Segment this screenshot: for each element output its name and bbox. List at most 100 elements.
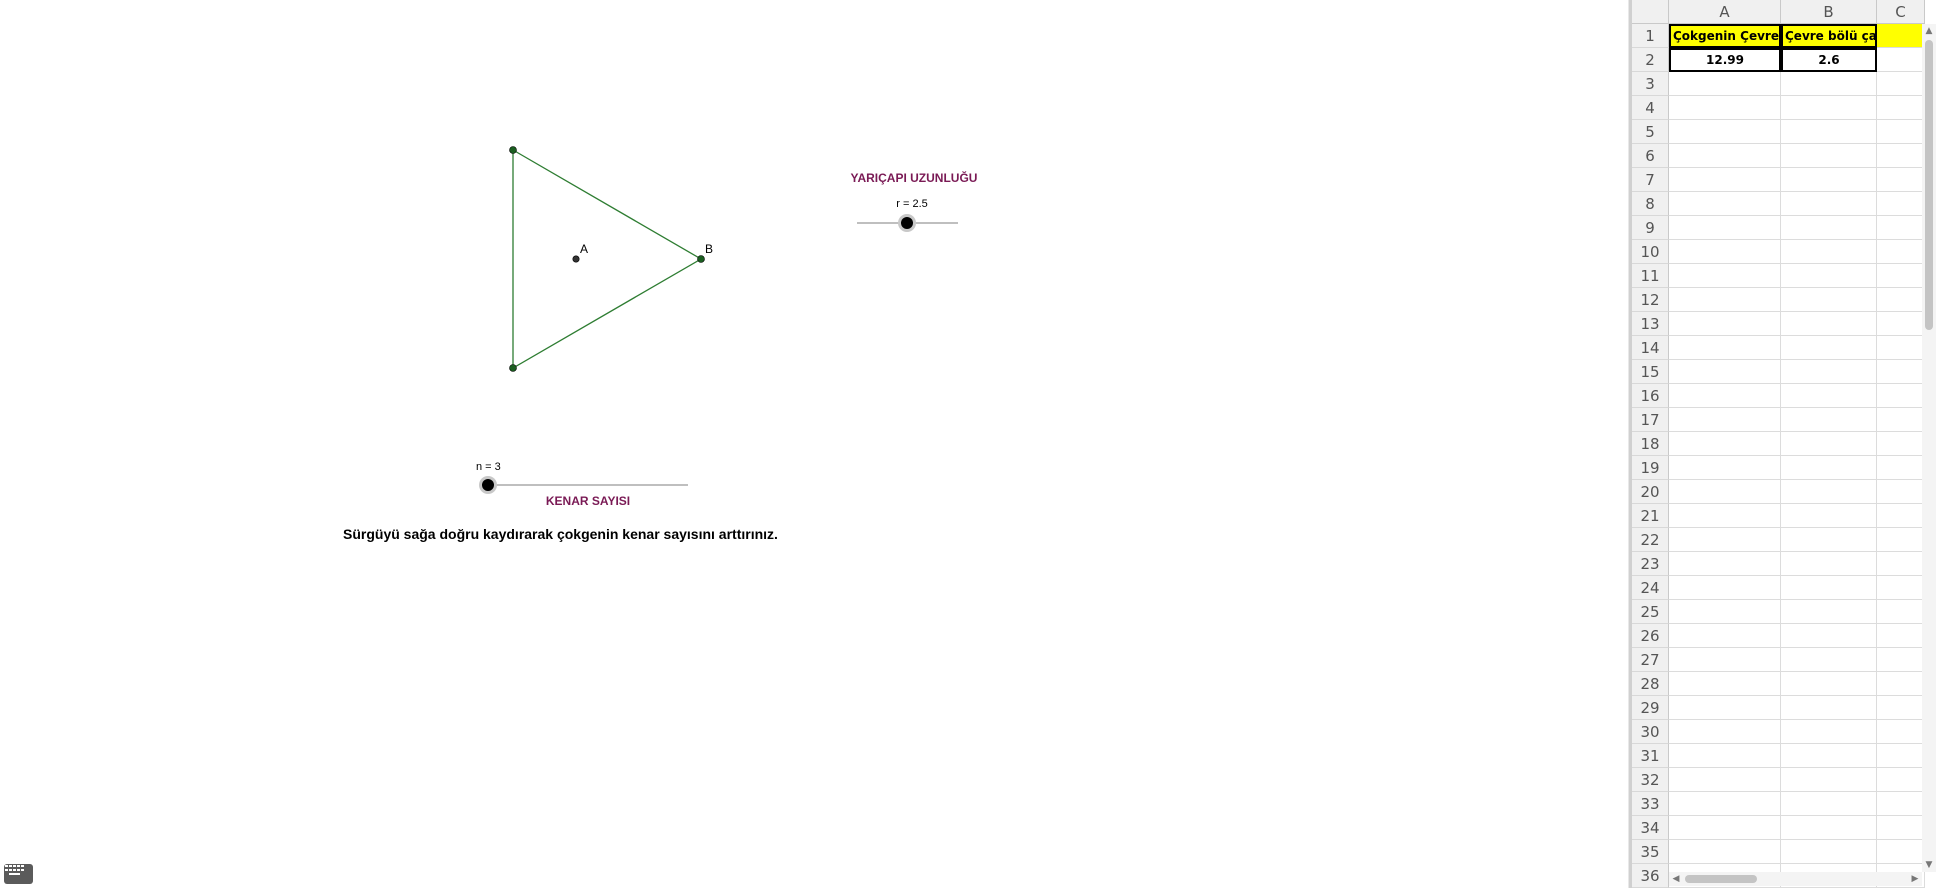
cell-c17[interactable] xyxy=(1877,408,1925,432)
cell-a12[interactable] xyxy=(1669,288,1781,312)
row-header[interactable]: 33 xyxy=(1632,792,1669,816)
row-header[interactable]: 9 xyxy=(1632,216,1669,240)
row-header[interactable]: 25 xyxy=(1632,600,1669,624)
cell-a15[interactable] xyxy=(1669,360,1781,384)
point-a[interactable] xyxy=(572,255,580,263)
sides-slider-knob[interactable] xyxy=(482,479,494,491)
cell-b22[interactable] xyxy=(1781,528,1877,552)
scroll-down-icon[interactable]: ▼ xyxy=(1922,858,1936,872)
cell-c34[interactable] xyxy=(1877,816,1925,840)
cell-c30[interactable] xyxy=(1877,720,1925,744)
spreadsheet-corner[interactable] xyxy=(1632,0,1669,24)
cell-b26[interactable] xyxy=(1781,624,1877,648)
cell-a26[interactable] xyxy=(1669,624,1781,648)
cell-c26[interactable] xyxy=(1877,624,1925,648)
cell-b10[interactable] xyxy=(1781,240,1877,264)
cell-a33[interactable] xyxy=(1669,792,1781,816)
cell-a10[interactable] xyxy=(1669,240,1781,264)
spreadsheet-view[interactable]: A B C 1 2 3 4 5 6 7 8 9 10 11 12 13 14 15 16 17 18 19 20 21 2… xyxy=(1632,0,1938,888)
cell-b7[interactable] xyxy=(1781,168,1877,192)
row-header[interactable]: 34 xyxy=(1632,816,1669,840)
cell-b16[interactable] xyxy=(1781,384,1877,408)
cell-c22[interactable] xyxy=(1877,528,1925,552)
cell-b19[interactable] xyxy=(1781,456,1877,480)
cell-a30[interactable] xyxy=(1669,720,1781,744)
cell-c25[interactable] xyxy=(1877,600,1925,624)
cell-c29[interactable] xyxy=(1877,696,1925,720)
row-header[interactable]: 19 xyxy=(1632,456,1669,480)
cell-b29[interactable] xyxy=(1781,696,1877,720)
row-header[interactable]: 17 xyxy=(1632,408,1669,432)
row-header[interactable]: 21 xyxy=(1632,504,1669,528)
cell-b11[interactable] xyxy=(1781,264,1877,288)
cell-a25[interactable] xyxy=(1669,600,1781,624)
cell-c19[interactable] xyxy=(1877,456,1925,480)
cell-c28[interactable] xyxy=(1877,672,1925,696)
polygon-vertex[interactable] xyxy=(509,146,517,154)
regular-polygon[interactable] xyxy=(512,148,703,370)
column-header-c[interactable]: C xyxy=(1877,0,1925,24)
cell-b6[interactable] xyxy=(1781,144,1877,168)
row-header[interactable]: 5 xyxy=(1632,120,1669,144)
row-header[interactable]: 27 xyxy=(1632,648,1669,672)
cell-b15[interactable] xyxy=(1781,360,1877,384)
cell-a28[interactable] xyxy=(1669,672,1781,696)
cell-a27[interactable] xyxy=(1669,648,1781,672)
cell-a13[interactable] xyxy=(1669,312,1781,336)
radius-slider-knob[interactable] xyxy=(901,217,913,229)
cell-a24[interactable] xyxy=(1669,576,1781,600)
cell-c23[interactable] xyxy=(1877,552,1925,576)
cell-c4[interactable] xyxy=(1877,96,1925,120)
row-header[interactable]: 11 xyxy=(1632,264,1669,288)
cell-b8[interactable] xyxy=(1781,192,1877,216)
cell-b32[interactable] xyxy=(1781,768,1877,792)
cell-b1[interactable]: Çevre bölü çap xyxy=(1781,24,1877,48)
cell-c33[interactable] xyxy=(1877,792,1925,816)
row-header[interactable]: 30 xyxy=(1632,720,1669,744)
cell-grid[interactable]: Çokgenin Çevresi Çevre bölü çap 12.99 2.6 xyxy=(1669,24,1925,888)
cell-a18[interactable] xyxy=(1669,432,1781,456)
cell-c16[interactable] xyxy=(1877,384,1925,408)
cell-a32[interactable] xyxy=(1669,768,1781,792)
cell-b4[interactable] xyxy=(1781,96,1877,120)
row-header[interactable]: 24 xyxy=(1632,576,1669,600)
row-header[interactable]: 6 xyxy=(1632,144,1669,168)
cell-a16[interactable] xyxy=(1669,384,1781,408)
cell-c12[interactable] xyxy=(1877,288,1925,312)
row-header[interactable]: 31 xyxy=(1632,744,1669,768)
cell-b27[interactable] xyxy=(1781,648,1877,672)
cell-a1[interactable]: Çokgenin Çevresi xyxy=(1669,24,1781,48)
cell-c35[interactable] xyxy=(1877,840,1925,864)
horizontal-scrollbar[interactable]: ◀ ▶ xyxy=(1669,872,1922,886)
cell-b21[interactable] xyxy=(1781,504,1877,528)
cell-b2[interactable]: 2.6 xyxy=(1781,48,1877,72)
row-header[interactable]: 20 xyxy=(1632,480,1669,504)
cell-c27[interactable] xyxy=(1877,648,1925,672)
row-header[interactable]: 2 xyxy=(1632,48,1669,72)
row-header[interactable]: 10 xyxy=(1632,240,1669,264)
cell-b33[interactable] xyxy=(1781,792,1877,816)
cell-c5[interactable] xyxy=(1877,120,1925,144)
cell-c8[interactable] xyxy=(1877,192,1925,216)
cell-a31[interactable] xyxy=(1669,744,1781,768)
cell-c20[interactable] xyxy=(1877,480,1925,504)
cell-b31[interactable] xyxy=(1781,744,1877,768)
cell-a5[interactable] xyxy=(1669,120,1781,144)
cell-b17[interactable] xyxy=(1781,408,1877,432)
cell-c14[interactable] xyxy=(1877,336,1925,360)
row-header[interactable]: 28 xyxy=(1632,672,1669,696)
row-header[interactable]: 16 xyxy=(1632,384,1669,408)
cell-c32[interactable] xyxy=(1877,768,1925,792)
polygon-vertex[interactable] xyxy=(509,364,517,372)
cell-b28[interactable] xyxy=(1781,672,1877,696)
cell-c24[interactable] xyxy=(1877,576,1925,600)
cell-b3[interactable] xyxy=(1781,72,1877,96)
cell-a2[interactable]: 12.99 xyxy=(1669,48,1781,72)
cell-c2[interactable] xyxy=(1877,48,1925,72)
row-header[interactable]: 12 xyxy=(1632,288,1669,312)
point-b[interactable] xyxy=(697,255,705,263)
cell-a6[interactable] xyxy=(1669,144,1781,168)
row-header[interactable]: 7 xyxy=(1632,168,1669,192)
row-header[interactable]: 3 xyxy=(1632,72,1669,96)
cell-a3[interactable] xyxy=(1669,72,1781,96)
